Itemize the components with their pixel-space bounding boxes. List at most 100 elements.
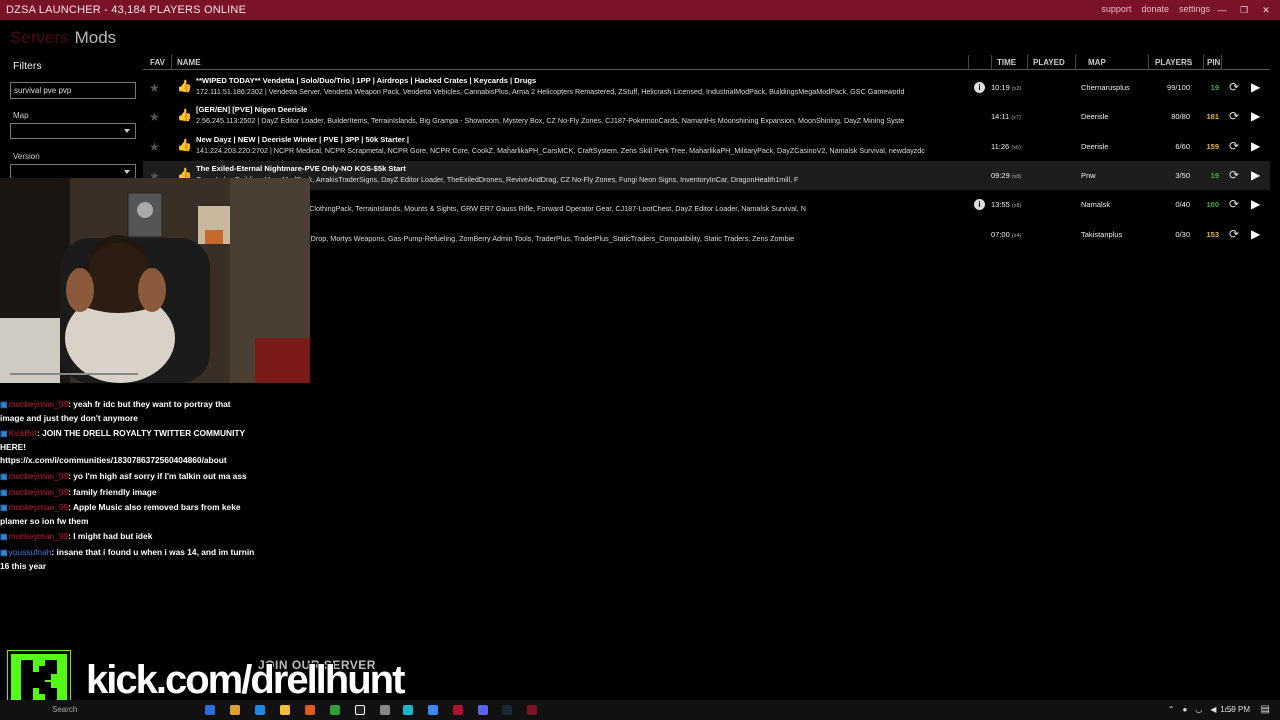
refresh-icon[interactable]: ⟳ [1229,227,1239,241]
table-row[interactable]: ★👍PP | Adventuren, Vorian's ReTextures, … [143,190,1270,219]
folder-icon[interactable] [280,705,290,715]
chat-message: ▣monkeyman_99: Apple Music also removed … [0,501,255,528]
server-ping: 100 [1206,200,1219,210]
server-map: Deerisle [1081,112,1109,122]
thumbs-up-icon: 👍 [177,108,192,123]
refresh-icon[interactable]: ⟳ [1229,197,1239,211]
settings-link[interactable]: settings [1179,4,1210,14]
star-icon[interactable]: ★ [149,110,160,124]
support-link[interactable]: support [1101,4,1131,14]
stream-chat: ▣monkeyman_99: yeah fr idc but they want… [0,398,255,575]
chat-message: ▣KickBot: JOIN THE DRELL ROYALTY TWITTER… [0,427,255,468]
filters-heading: Filters [13,60,42,72]
tab-servers[interactable]: Servers [10,28,69,48]
messenger-icon[interactable] [403,705,413,715]
info-icon[interactable]: i [974,82,985,93]
close-icon[interactable]: ✕ [1258,2,1274,18]
play-icon[interactable]: ▶ [1251,168,1260,182]
opera-icon[interactable] [453,705,463,715]
play-icon[interactable]: ▶ [1251,139,1260,153]
star-icon[interactable]: ★ [149,140,160,154]
badge-icon: ▣ [0,532,8,542]
maximize-icon[interactable]: ❐ [1236,2,1252,18]
chat-message: ▣youssufnah: insane that i found u when … [0,546,255,573]
chat-username[interactable]: monkeyman_99 [9,502,69,512]
search-input[interactable] [10,82,136,99]
chat-username[interactable]: monkeyman_99 [9,487,69,497]
col-time[interactable]: TIME [997,58,1016,67]
microphone-icon[interactable]: ● [1182,705,1187,714]
minimize-icon[interactable]: — [1214,2,1230,18]
chat-username[interactable]: monkeyman_99 [9,399,69,409]
tiktok-icon[interactable] [355,705,365,715]
col-players[interactable]: PLAYERS [1155,58,1192,67]
taskbar-search[interactable]: Search [52,705,77,714]
server-mods: n, Vorian's ReTextures, WindstridesCloth… [196,204,806,214]
server-map: Chernarusplus [1081,83,1130,92]
file-explorer-icon[interactable] [230,705,240,715]
titlebar-links: support donate settings [1101,4,1210,14]
refresh-icon[interactable]: ⟳ [1229,168,1239,182]
edge-icon[interactable] [255,705,265,715]
chat-username[interactable]: youssufnah [9,547,52,557]
col-ping[interactable]: PIN [1207,58,1220,67]
obs-icon[interactable] [380,705,390,715]
map-label: Map [13,111,29,120]
server-mods: GameLabs, BuildingsMegaModPack, ArrakisT… [196,174,799,184]
server-time: 13:55 (x8) [991,200,1022,210]
server-mods: 2.56.245.113:2502 | DayZ Editor Loader, … [196,116,905,126]
discord-icon[interactable] [478,705,488,715]
browser-icon[interactable] [205,705,215,715]
donate-link[interactable]: donate [1141,4,1169,14]
dzsa-icon[interactable] [527,705,537,715]
map-dropdown[interactable] [10,123,136,139]
table-row[interactable]: ★ 👍 [GER/EN] [PVE] Nigen Deerisle 2.56.245.… [143,102,1270,131]
server-time: 07:00 (x4) [991,229,1022,239]
webcam-overlay [0,178,310,383]
col-map[interactable]: MAP [1088,58,1106,67]
play-icon[interactable]: ▶ [1251,197,1260,211]
chat-username[interactable]: KickBot [9,428,37,438]
chevron-up-icon[interactable]: ⌃ [1168,705,1175,714]
refresh-icon[interactable]: ⟳ [1229,139,1239,153]
excel-icon[interactable] [330,705,340,715]
tab-mods[interactable]: Mods [75,28,117,48]
taskbar: Search ⌃ ● ◡ ◀ ▭ 1:59 PM ▤ [0,700,1280,720]
table-row[interactable]: ★ 👍 New Dayz | NEW | Deerisle Winter | PVE… [143,132,1270,161]
chat-text: : family friendly image [68,486,157,497]
table-row[interactable]: ★ 👍 **WIPED TODAY** Vendetta | Solo/Duo/Tr… [143,73,1270,102]
server-name: **WIPED TODAY** Vendetta | Solo/Duo/Trio… [196,76,537,85]
play-icon[interactable]: ▶ [1251,227,1260,241]
server-name: New Dayz | NEW | Deerisle Winter | PVE |… [196,134,410,144]
chat-username[interactable]: monkeyman_99 [9,471,69,481]
notification-icon[interactable]: ▤ [1261,704,1270,715]
refresh-icon[interactable]: ⟳ [1229,80,1239,94]
play-icon[interactable]: ▶ [1251,109,1260,123]
col-fav[interactable]: FAV [150,58,165,67]
chrome-icon[interactable] [428,705,438,715]
network-icon[interactable]: ◡ [1195,705,1202,714]
steam-icon[interactable] [502,705,512,715]
title-bar: DZSA LAUNCHER - 43,184 PLAYERS ONLINE su… [0,0,1280,20]
star-icon[interactable]: ★ [149,81,160,95]
sort-down-icon: ↓ [1189,58,1193,67]
table-row[interactable]: ★👍s|Trader+|+++s, DeadMarker V++ Map, Ru… [143,220,1270,249]
chat-text: : I might had but idek [68,531,153,542]
play-icon[interactable]: ▶ [1251,80,1260,94]
chat-message: ▣monkeyman_99: I might had but idek [0,530,255,544]
app-title: DZSA LAUNCHER - 43,184 PLAYERS ONLINE [6,4,247,16]
app-icon[interactable] [305,705,315,715]
info-icon[interactable]: i [974,199,985,211]
server-mods: 141.224.203.220:2702 | NCPR Medical, NCP… [196,145,925,155]
table-row[interactable]: ★ 👍 The Exiled-Eternal Nightmare-PVE Only-… [143,160,1270,190]
server-time: 10:19 (x3) [991,83,1022,92]
server-ping: 181 [1206,112,1219,122]
badge-icon: ▣ [0,547,8,557]
server-mods: 172.111.51.186:2302 | Vendetta Server, V… [196,87,905,96]
col-name[interactable]: NAME [177,58,201,67]
col-played[interactable]: PLAYED [1033,58,1065,67]
volume-icon[interactable]: ◀ [1210,705,1216,714]
server-time: 09:29 (x8) [991,170,1022,180]
refresh-icon[interactable]: ⟳ [1229,109,1239,123]
chat-username[interactable]: monkeyman_99 [9,531,69,541]
